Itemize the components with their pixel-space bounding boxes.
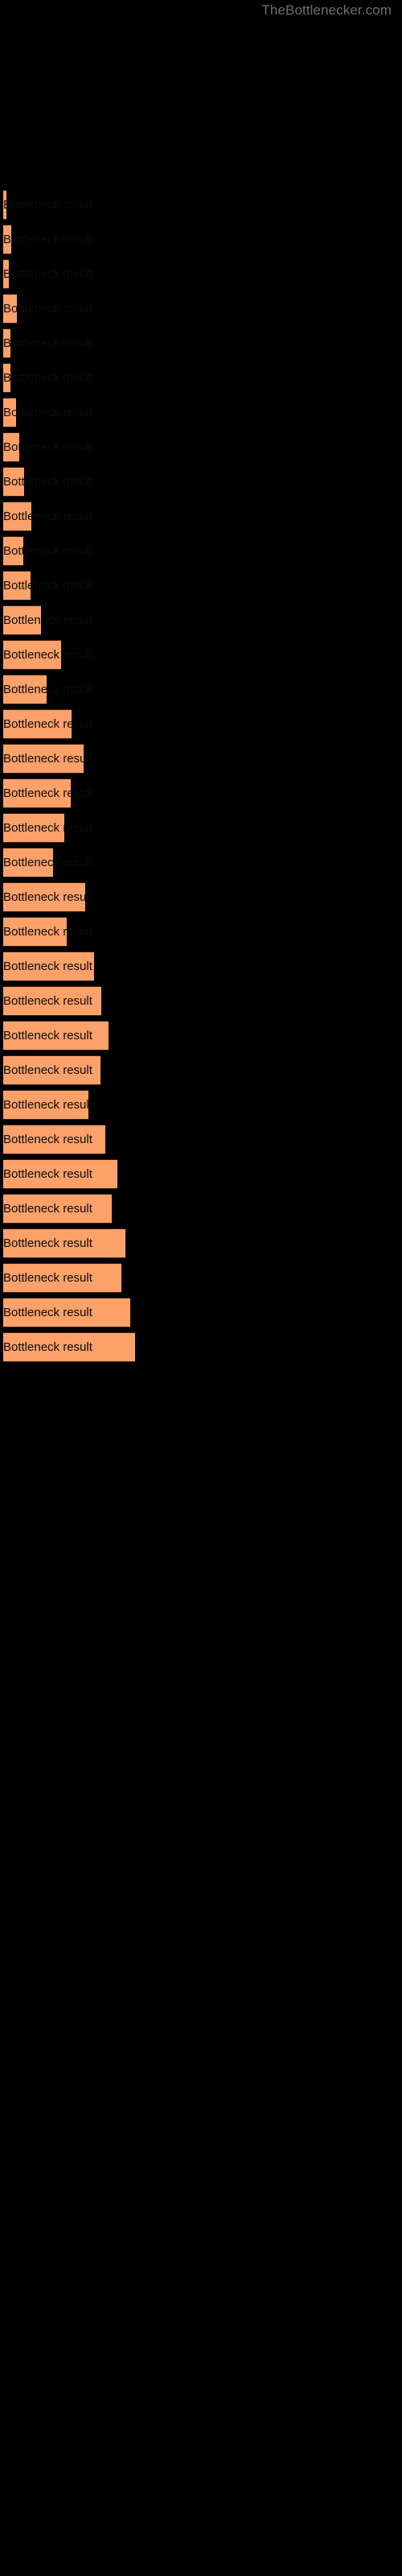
bar[interactable] (3, 1298, 130, 1327)
bar-row: Bottleneck result (0, 1263, 402, 1293)
bar-row: Bottleneck result (0, 813, 402, 843)
bar[interactable] (3, 778, 71, 808)
bar[interactable] (3, 467, 24, 497)
bar-row: Bottleneck result (0, 1125, 402, 1154)
bar-row: Bottleneck result (0, 952, 402, 981)
bar[interactable] (3, 605, 41, 635)
bar-row: Bottleneck result (0, 502, 402, 531)
bar-row: Bottleneck result (0, 1090, 402, 1120)
bar-row: Bottleneck result (0, 294, 402, 324)
bar[interactable] (3, 986, 101, 1016)
bar[interactable] (3, 363, 10, 393)
bar-row: Bottleneck result (0, 675, 402, 704)
bottleneck-bar-chart: TheBottlenecker.com Bottleneck result Bot… (0, 0, 402, 2576)
bar-row: Bottleneck result (0, 1228, 402, 1258)
bar[interactable] (3, 225, 11, 254)
bar[interactable] (3, 848, 53, 877)
bar[interactable] (3, 398, 16, 427)
bar[interactable] (3, 432, 19, 462)
bar-label: Bottleneck result (3, 371, 92, 385)
bar[interactable] (3, 1194, 112, 1224)
bar-row: Bottleneck result (0, 605, 402, 635)
bar[interactable] (3, 328, 10, 358)
bar[interactable] (3, 1125, 105, 1154)
bar-row: Bottleneck result (0, 1332, 402, 1362)
bar[interactable] (3, 709, 72, 739)
bar[interactable] (3, 1332, 135, 1362)
bar-row: Bottleneck result (0, 571, 402, 601)
bar-row: Bottleneck result (0, 536, 402, 566)
bar[interactable] (3, 1055, 100, 1085)
bar-label: Bottleneck result (3, 336, 92, 350)
bar-row: Bottleneck result (0, 225, 402, 254)
bar-row: Bottleneck result (0, 778, 402, 808)
bar-row: Bottleneck result (0, 1055, 402, 1085)
bar-row: Bottleneck result (0, 1159, 402, 1189)
bar-row: Bottleneck result (0, 1298, 402, 1327)
bar-row: Bottleneck result (0, 1021, 402, 1051)
bar[interactable] (3, 190, 6, 220)
bar-row: Bottleneck result (0, 398, 402, 427)
bar-row: Bottleneck result (0, 882, 402, 912)
bar-row: Bottleneck result (0, 744, 402, 774)
bar[interactable] (3, 675, 47, 704)
bar[interactable] (3, 882, 85, 912)
bar[interactable] (3, 640, 61, 670)
bar-row: Bottleneck result (0, 917, 402, 947)
bar[interactable] (3, 1021, 109, 1051)
bar-row: Bottleneck result (0, 1194, 402, 1224)
bar-row: Bottleneck result (0, 328, 402, 358)
plot-area: Bottleneck result Bottleneck result Bottle… (0, 0, 402, 2576)
bar[interactable] (3, 294, 17, 324)
bar-row: Bottleneck result (0, 986, 402, 1016)
bar-label: Bottleneck result (3, 267, 92, 281)
bar[interactable] (3, 952, 94, 981)
bar-row: Bottleneck result (0, 709, 402, 739)
bar-row: Bottleneck result (0, 363, 402, 393)
bar-row: Bottleneck result (0, 848, 402, 877)
bar-row: Bottleneck result (0, 467, 402, 497)
bar[interactable] (3, 744, 84, 774)
bar-row: Bottleneck result (0, 432, 402, 462)
bar[interactable] (3, 502, 31, 531)
bar[interactable] (3, 259, 9, 289)
bar-label: Bottleneck result (3, 406, 92, 419)
bar-label: Bottleneck result (3, 198, 92, 212)
bar[interactable] (3, 571, 31, 601)
bar[interactable] (3, 813, 64, 843)
bar[interactable] (3, 917, 67, 947)
bar-label: Bottleneck result (3, 233, 92, 246)
bar[interactable] (3, 1263, 121, 1293)
bar[interactable] (3, 1159, 117, 1189)
bar-row: Bottleneck result (0, 640, 402, 670)
bar-row: Bottleneck result (0, 190, 402, 220)
bar[interactable] (3, 1090, 88, 1120)
bar-row: Bottleneck result (0, 259, 402, 289)
bar[interactable] (3, 536, 23, 566)
bar[interactable] (3, 1228, 125, 1258)
